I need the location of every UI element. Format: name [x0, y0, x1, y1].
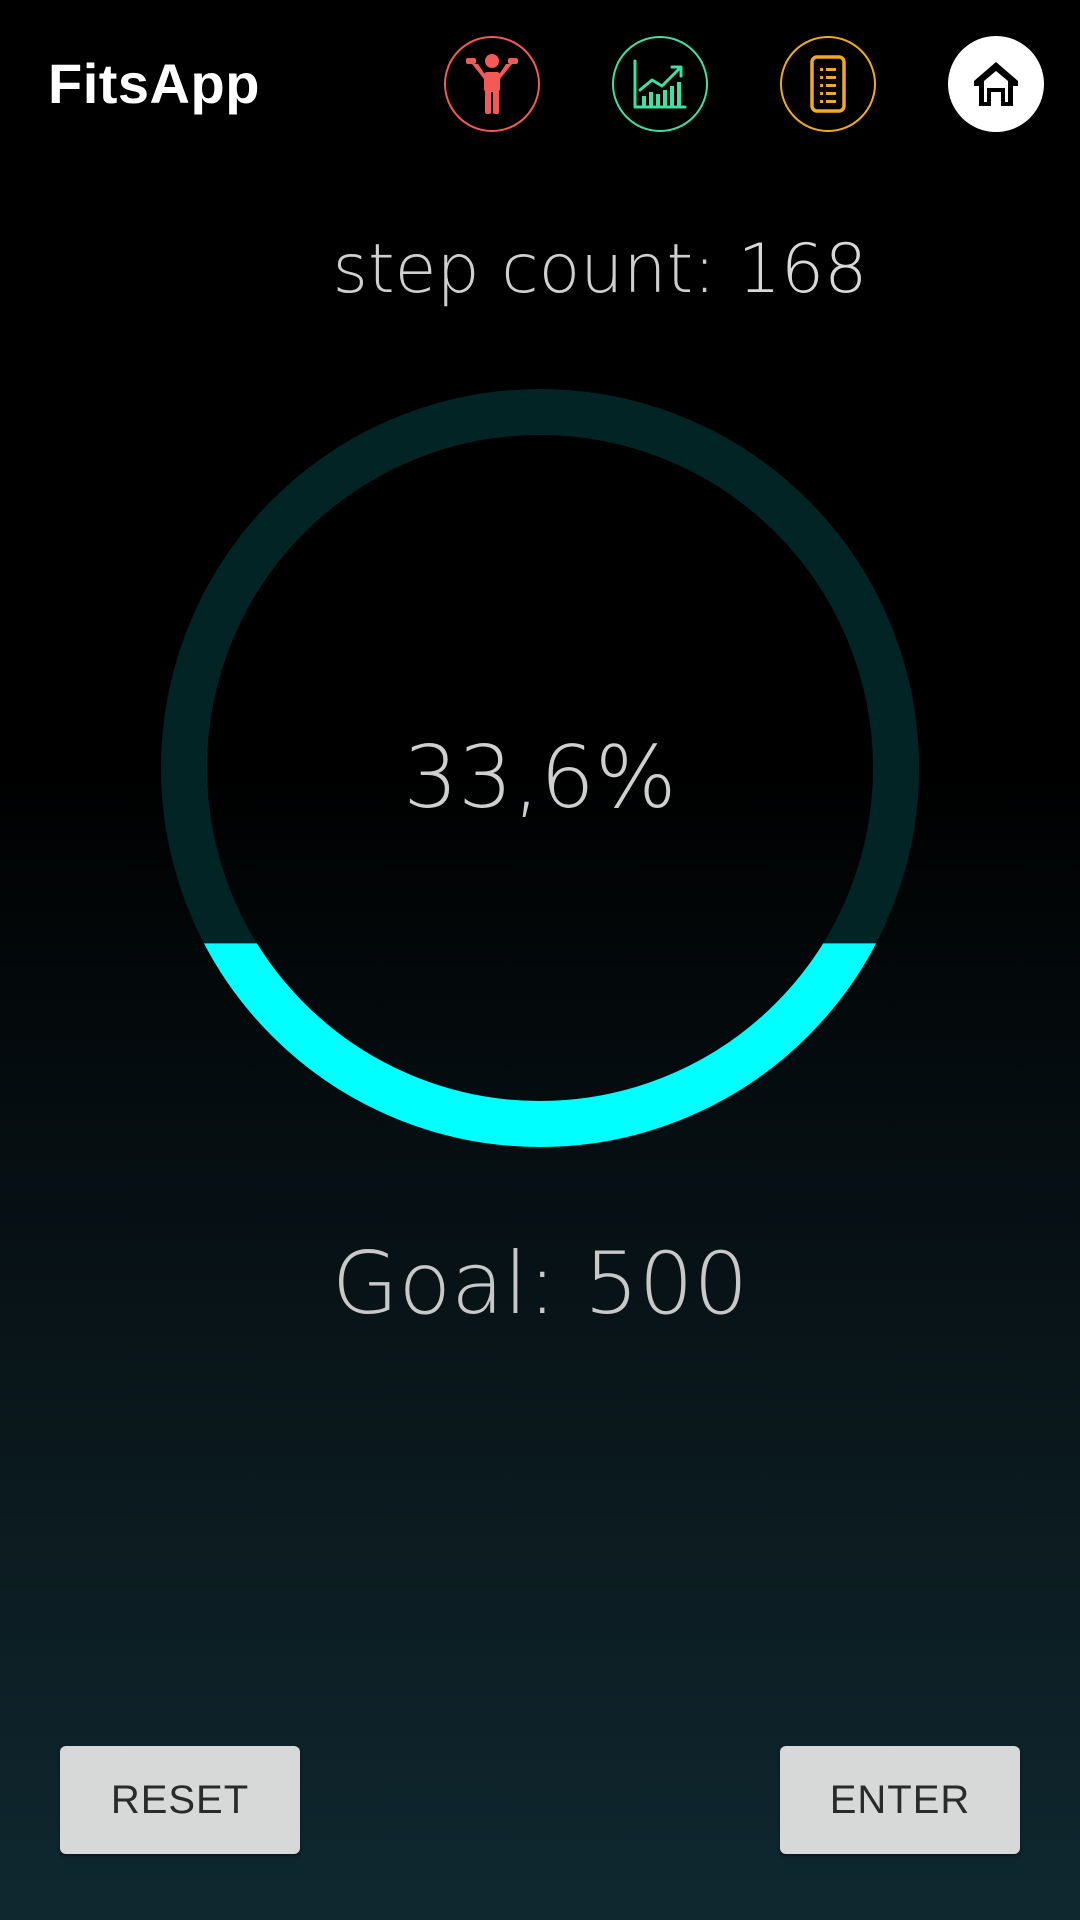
nav-stats-button[interactable]: [612, 36, 708, 132]
nav-list-button[interactable]: [780, 36, 876, 132]
reset-button[interactable]: RESET: [60, 1746, 300, 1854]
progress-percent: 33,6%: [403, 728, 677, 828]
list-icon: [810, 55, 846, 113]
app-header: FitsApp: [0, 0, 1080, 170]
nav-workout-button[interactable]: [444, 36, 540, 132]
nav-home-button[interactable]: [948, 36, 1044, 132]
app-title: FitsApp: [48, 52, 260, 115]
chart-icon: [632, 58, 688, 110]
step-count: step count: 168: [0, 228, 1080, 312]
progress-ring: 33,6%: [160, 388, 920, 1148]
step-count-label: step count:: [332, 230, 717, 309]
home-icon: [970, 59, 1022, 109]
goal-text: Goal: 500: [331, 1234, 749, 1334]
enter-button[interactable]: ENTER: [780, 1746, 1020, 1854]
person-dumbbell-icon: [464, 52, 520, 116]
step-count-value: 168: [737, 230, 868, 309]
